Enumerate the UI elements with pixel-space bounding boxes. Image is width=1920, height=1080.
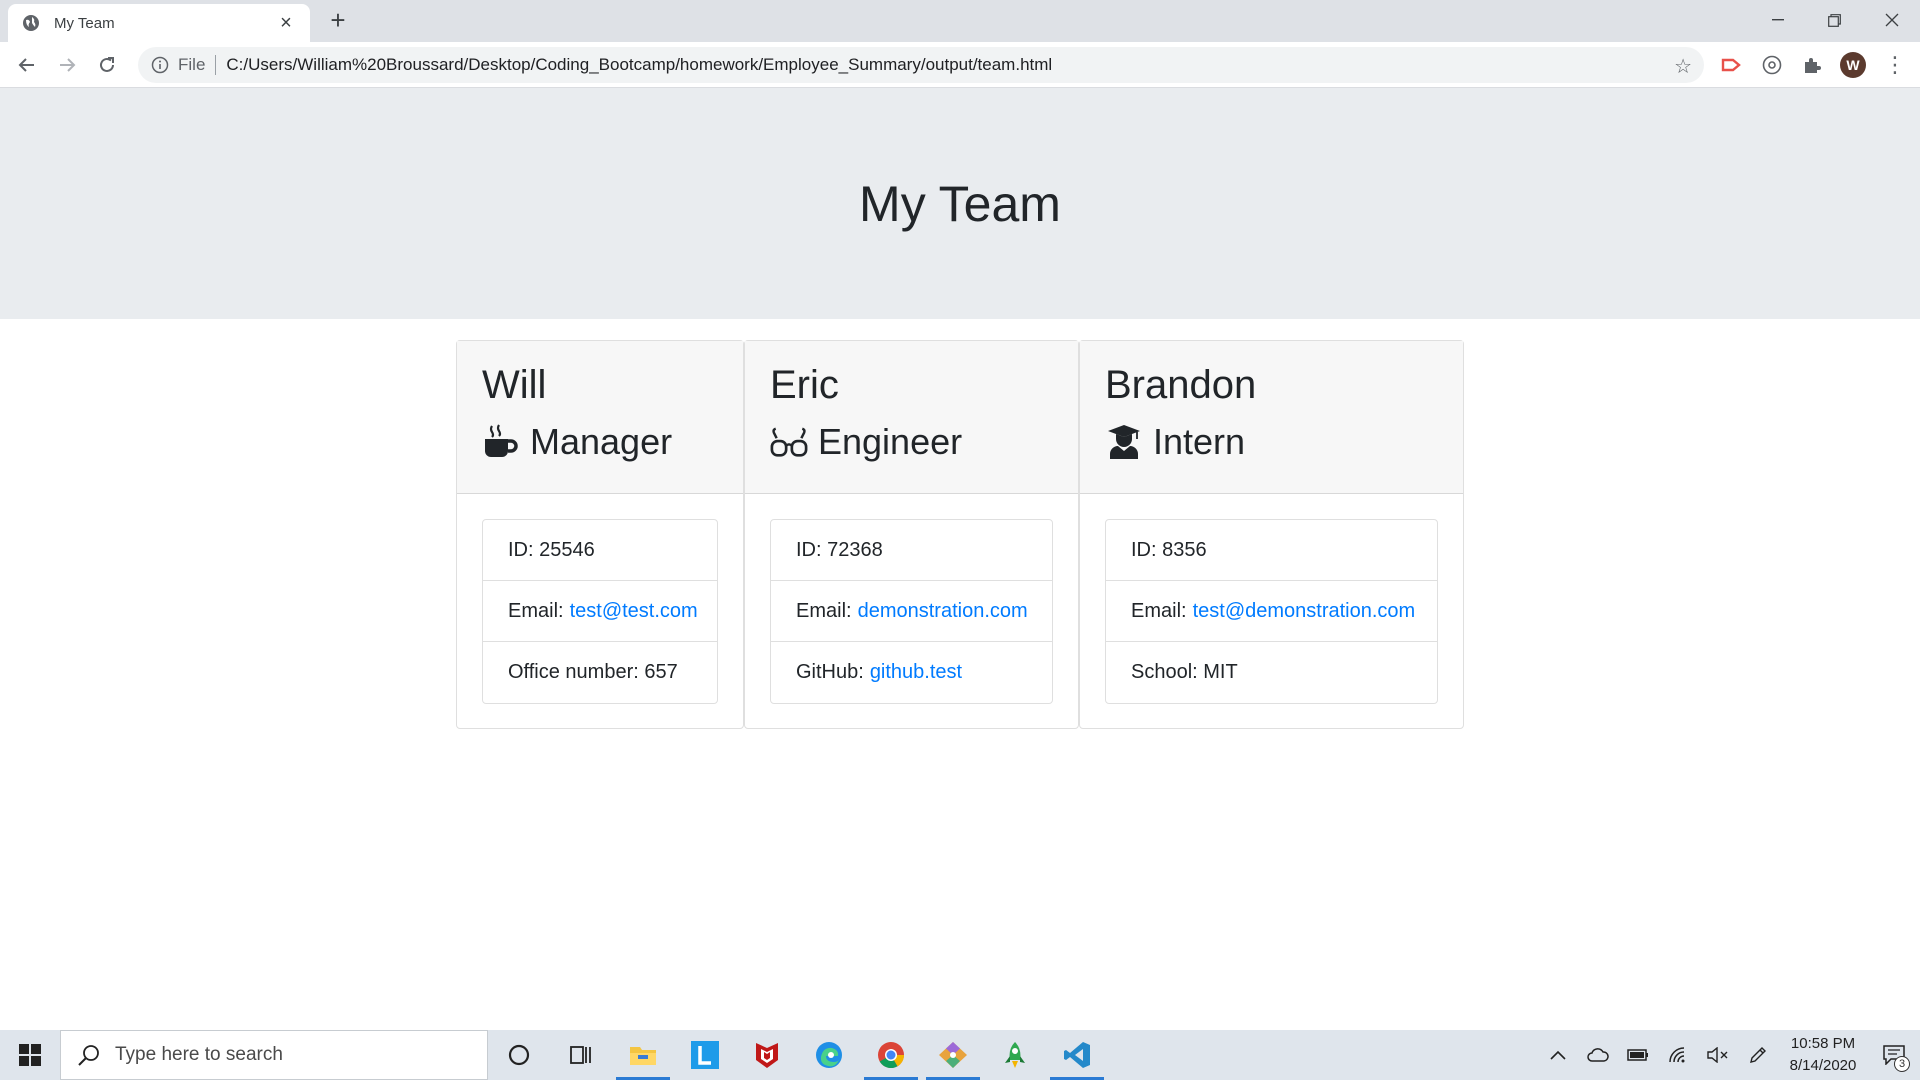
page-content: My Team Will Manager ID: 25546 Email: te… <box>0 88 1920 1030</box>
employee-name: Brandon <box>1105 363 1257 407</box>
screencast-extension-icon[interactable] <box>1718 52 1744 78</box>
employee-role: Engineer <box>770 419 1053 465</box>
card-body: ID: 72368 Email: demonstration.com GitHu… <box>745 494 1078 729</box>
github-link[interactable]: github.test <box>870 661 962 684</box>
page-header: My Team <box>0 88 1920 319</box>
notification-count-badge: 3 <box>1894 1056 1910 1072</box>
employee-name: Will <box>482 363 547 407</box>
page-title: My Team <box>859 175 1061 232</box>
vscode-icon[interactable] <box>1046 1030 1108 1080</box>
file-explorer-icon[interactable] <box>612 1030 674 1080</box>
taskbar-search-input[interactable]: Type here to search <box>60 1030 488 1080</box>
new-tab-button[interactable]: + <box>324 6 352 34</box>
employee-role: Intern <box>1105 419 1438 465</box>
employee-role: Manager <box>482 419 718 465</box>
close-window-button[interactable] <box>1863 0 1920 40</box>
task-view-icon[interactable] <box>550 1030 612 1080</box>
email-link[interactable]: demonstration.com <box>858 600 1028 623</box>
email-label: Email: <box>508 599 564 622</box>
employee-email-row: Email: test@demonstration.com <box>1106 581 1437 642</box>
tab-close-icon[interactable]: × <box>276 12 296 35</box>
edge-browser-icon[interactable] <box>798 1030 860 1080</box>
restore-button[interactable] <box>1806 0 1863 40</box>
school: School: MIT <box>1131 661 1238 683</box>
employee-details-list: ID: 72368 Email: demonstration.com GitHu… <box>770 519 1053 704</box>
role-label: Engineer <box>818 421 963 462</box>
employee-email-row: Email: test@test.com <box>483 581 717 642</box>
role-label: Intern <box>1153 421 1246 462</box>
git-app-icon[interactable] <box>922 1030 984 1080</box>
profile-avatar[interactable]: W <box>1840 52 1866 78</box>
chevron-up-icon[interactable] <box>1538 1030 1578 1080</box>
employee-id: ID: 25546 <box>483 520 717 581</box>
bookmark-star-icon[interactable]: ☆ <box>1674 54 1692 79</box>
glasses-icon <box>770 423 808 461</box>
email-label: Email: <box>796 599 852 622</box>
address-scheme: File <box>178 55 206 74</box>
clock-date: 8/14/2020 <box>1789 1057 1857 1074</box>
reload-button[interactable] <box>92 50 122 80</box>
mcafee-icon[interactable] <box>736 1030 798 1080</box>
card-header: Eric Engineer <box>745 341 1078 494</box>
employee-card-engineer: Eric Engineer ID: 72368 Email: demonstra… <box>744 340 1079 729</box>
browser-toolbar: File C:/Users/William%20Broussard/Deskto… <box>0 42 1920 88</box>
windows-start-button[interactable] <box>0 1030 60 1080</box>
window-controls <box>1749 0 1920 40</box>
employee-name: Eric <box>770 363 839 407</box>
user-graduate-icon <box>1105 423 1143 461</box>
taskbar: Type here to search 10:58 PM 8/14/2020 3 <box>0 1030 1920 1080</box>
minimize-button[interactable] <box>1749 0 1806 40</box>
globe-icon <box>22 14 40 32</box>
system-tray: 10:58 PM 8/14/2020 3 <box>1538 1030 1920 1080</box>
card-header: Will Manager <box>457 341 743 494</box>
employee-card-intern: Brandon Intern ID: 8356 Email: test@demo… <box>1079 340 1464 729</box>
employee-id: ID: 8356 <box>1106 520 1437 581</box>
search-placeholder: Type here to search <box>115 1044 283 1065</box>
back-button[interactable] <box>12 50 42 80</box>
system-clock[interactable]: 10:58 PM 8/14/2020 <box>1778 1033 1868 1077</box>
employee-details-list: ID: 8356 Email: test@demonstration.com S… <box>1105 519 1438 704</box>
email-link[interactable]: test@test.com <box>570 600 698 623</box>
github-label: GitHub: <box>796 661 864 683</box>
wifi-icon[interactable] <box>1658 1030 1698 1080</box>
github-row: GitHub: github.test <box>771 642 1052 703</box>
role-label: Manager <box>530 421 673 462</box>
address-bar[interactable]: File C:/Users/William%20Broussard/Deskto… <box>138 47 1704 83</box>
browser-tab[interactable]: My Team × <box>8 4 310 42</box>
office-number: Office number: 657 <box>508 661 678 683</box>
battery-icon[interactable] <box>1618 1030 1658 1080</box>
extensions-puzzle-icon[interactable] <box>1799 52 1825 78</box>
address-divider <box>215 55 217 75</box>
info-icon[interactable] <box>150 55 170 75</box>
extension-circle-icon[interactable] <box>1759 52 1785 78</box>
menu-kebab-icon[interactable]: ⋮ <box>1884 52 1906 78</box>
rocket-app-icon[interactable] <box>984 1030 1046 1080</box>
cortana-icon[interactable] <box>488 1030 550 1080</box>
employee-email-row: Email: demonstration.com <box>771 581 1052 642</box>
employee-card-manager: Will Manager ID: 25546 Email: test@test.… <box>456 340 744 729</box>
address-url[interactable]: C:/Users/William%20Broussard/Desktop/Cod… <box>226 55 1052 75</box>
tab-title: My Team <box>54 14 115 32</box>
employee-id: ID: 72368 <box>771 520 1052 581</box>
card-body: ID: 8356 Email: test@demonstration.com S… <box>1080 494 1463 729</box>
l-app-icon[interactable] <box>674 1030 736 1080</box>
tab-strip: My Team × + <box>0 0 1920 42</box>
card-header: Brandon Intern <box>1080 341 1463 494</box>
forward-button[interactable] <box>52 50 82 80</box>
volume-muted-icon[interactable] <box>1698 1030 1738 1080</box>
search-icon <box>77 1043 101 1067</box>
email-label: Email: <box>1131 599 1187 622</box>
onedrive-cloud-icon[interactable] <box>1578 1030 1618 1080</box>
chrome-browser-icon[interactable] <box>860 1030 922 1080</box>
email-link[interactable]: test@demonstration.com <box>1193 600 1416 623</box>
notification-center-icon[interactable]: 3 <box>1868 1030 1920 1080</box>
pen-icon[interactable] <box>1738 1030 1778 1080</box>
card-body: ID: 25546 Email: test@test.com Office nu… <box>457 494 743 729</box>
clock-time: 10:58 PM <box>1790 1035 1856 1052</box>
mug-hot-icon <box>482 423 520 461</box>
employee-details-list: ID: 25546 Email: test@test.com Office nu… <box>482 519 718 704</box>
